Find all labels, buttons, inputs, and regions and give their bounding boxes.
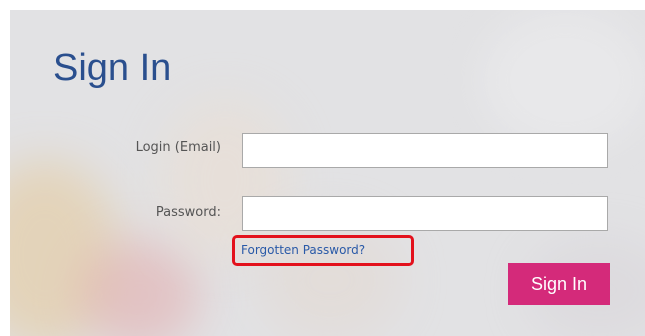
password-label: Password: (155, 205, 221, 220)
page-title: Sign In (53, 47, 172, 89)
password-field[interactable] (242, 196, 608, 231)
email-label: Login (Email) (135, 140, 221, 155)
sign-in-button[interactable]: Sign In (508, 263, 610, 305)
email-field[interactable] (242, 133, 608, 168)
sign-in-panel: Sign In Login (Email) Password: Forgotte… (10, 10, 645, 336)
page: Sign In Login (Email) Password: Forgotte… (0, 0, 645, 336)
forgot-password-link[interactable]: Forgotten Password? (232, 235, 414, 266)
